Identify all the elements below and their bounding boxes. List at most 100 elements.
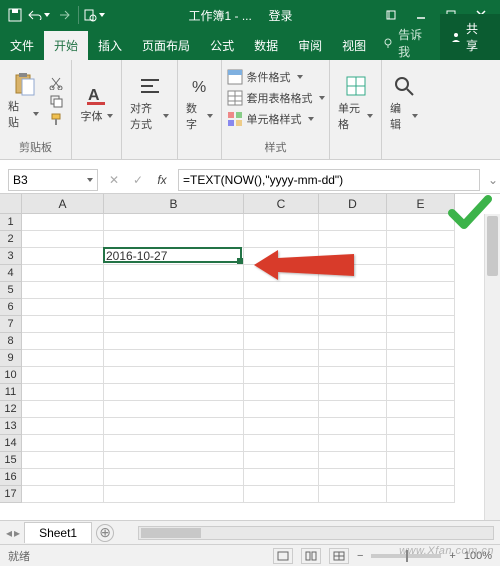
cell[interactable]: [244, 350, 319, 367]
cell[interactable]: [244, 401, 319, 418]
cell[interactable]: [104, 384, 244, 401]
undo-icon[interactable]: [28, 4, 50, 26]
row-header[interactable]: 1: [0, 214, 22, 231]
redo-icon[interactable]: [52, 4, 74, 26]
cell[interactable]: [387, 401, 455, 418]
tab-view[interactable]: 视图: [332, 31, 376, 60]
column-header[interactable]: A: [22, 194, 104, 214]
tab-insert[interactable]: 插入: [88, 31, 132, 60]
cell[interactable]: [104, 316, 244, 333]
cell[interactable]: [319, 299, 387, 316]
cell[interactable]: [104, 367, 244, 384]
cell[interactable]: [319, 452, 387, 469]
cell[interactable]: [104, 231, 244, 248]
cell[interactable]: [387, 282, 455, 299]
cell[interactable]: [387, 350, 455, 367]
row-header[interactable]: 16: [0, 469, 22, 486]
tab-file[interactable]: 文件: [0, 31, 44, 60]
row-header[interactable]: 8: [0, 333, 22, 350]
paste-button[interactable]: 粘贴: [6, 70, 41, 132]
cut-icon[interactable]: [47, 75, 65, 91]
active-cell[interactable]: 2016-10-27: [104, 248, 244, 265]
cell[interactable]: [22, 469, 104, 486]
cell[interactable]: [387, 316, 455, 333]
alignment-group-button[interactable]: 对齐方式: [128, 72, 171, 134]
conditional-formatting-button[interactable]: 条件格式: [227, 68, 303, 86]
column-header[interactable]: D: [319, 194, 387, 214]
tab-formulas[interactable]: 公式: [200, 31, 244, 60]
row-header[interactable]: 10: [0, 367, 22, 384]
tab-page-layout[interactable]: 页面布局: [132, 31, 200, 60]
horizontal-scrollbar[interactable]: [138, 526, 494, 540]
row-header[interactable]: 9: [0, 350, 22, 367]
tab-home[interactable]: 开始: [44, 31, 88, 60]
cell[interactable]: [104, 435, 244, 452]
cell[interactable]: [22, 486, 104, 503]
cell[interactable]: [387, 367, 455, 384]
cell[interactable]: [244, 333, 319, 350]
cell[interactable]: [319, 231, 387, 248]
cell[interactable]: [319, 486, 387, 503]
cell[interactable]: [319, 469, 387, 486]
page-layout-view-icon[interactable]: [301, 548, 321, 564]
cell[interactable]: [319, 282, 387, 299]
cell[interactable]: [387, 418, 455, 435]
cell[interactable]: [22, 350, 104, 367]
row-header[interactable]: 17: [0, 486, 22, 503]
cell[interactable]: [244, 299, 319, 316]
column-header[interactable]: E: [387, 194, 455, 214]
cell-styles-button[interactable]: 单元格样式: [227, 110, 314, 128]
cell[interactable]: [22, 367, 104, 384]
row-header[interactable]: 5: [0, 282, 22, 299]
name-box[interactable]: B3: [8, 169, 98, 191]
confirm-formula-icon[interactable]: ✓: [128, 170, 148, 190]
cell[interactable]: [319, 214, 387, 231]
cell[interactable]: [387, 469, 455, 486]
cell[interactable]: [104, 469, 244, 486]
cell[interactable]: [22, 316, 104, 333]
cell[interactable]: [319, 350, 387, 367]
cell[interactable]: [104, 401, 244, 418]
editing-group-button[interactable]: 编辑: [388, 72, 420, 134]
cell[interactable]: [22, 248, 104, 265]
cell[interactable]: [319, 367, 387, 384]
fx-icon[interactable]: fx: [152, 170, 172, 190]
tab-review[interactable]: 审阅: [288, 31, 332, 60]
save-icon[interactable]: [4, 4, 26, 26]
cells-group-button[interactable]: 单元格: [336, 72, 375, 134]
cancel-formula-icon[interactable]: ✕: [104, 170, 124, 190]
row-header[interactable]: 12: [0, 401, 22, 418]
select-all-corner[interactable]: [0, 194, 22, 214]
cell[interactable]: [244, 452, 319, 469]
cell[interactable]: [319, 435, 387, 452]
cell[interactable]: [104, 299, 244, 316]
zoom-out-button[interactable]: −: [357, 550, 363, 562]
cell[interactable]: [244, 469, 319, 486]
cell[interactable]: [387, 452, 455, 469]
cell[interactable]: [387, 384, 455, 401]
cell[interactable]: [22, 435, 104, 452]
column-header[interactable]: B: [104, 194, 244, 214]
copy-icon[interactable]: [47, 93, 65, 109]
cell[interactable]: [22, 401, 104, 418]
cell[interactable]: [104, 265, 244, 282]
cell[interactable]: [244, 418, 319, 435]
cell[interactable]: [244, 248, 319, 265]
cell[interactable]: [22, 265, 104, 282]
cell[interactable]: [22, 333, 104, 350]
row-header[interactable]: 6: [0, 299, 22, 316]
cell[interactable]: [387, 248, 455, 265]
cell[interactable]: [22, 452, 104, 469]
cell[interactable]: [387, 333, 455, 350]
cell[interactable]: [319, 333, 387, 350]
cell[interactable]: [319, 248, 387, 265]
cell[interactable]: [104, 486, 244, 503]
row-header[interactable]: 3: [0, 248, 22, 265]
number-group-button[interactable]: % 数字: [184, 72, 215, 134]
cell[interactable]: [244, 486, 319, 503]
expand-formula-icon[interactable]: ⌄: [486, 173, 500, 187]
sheet-nav[interactable]: ◂▸: [6, 526, 20, 540]
cell[interactable]: [244, 214, 319, 231]
cell[interactable]: [319, 384, 387, 401]
row-header[interactable]: 11: [0, 384, 22, 401]
